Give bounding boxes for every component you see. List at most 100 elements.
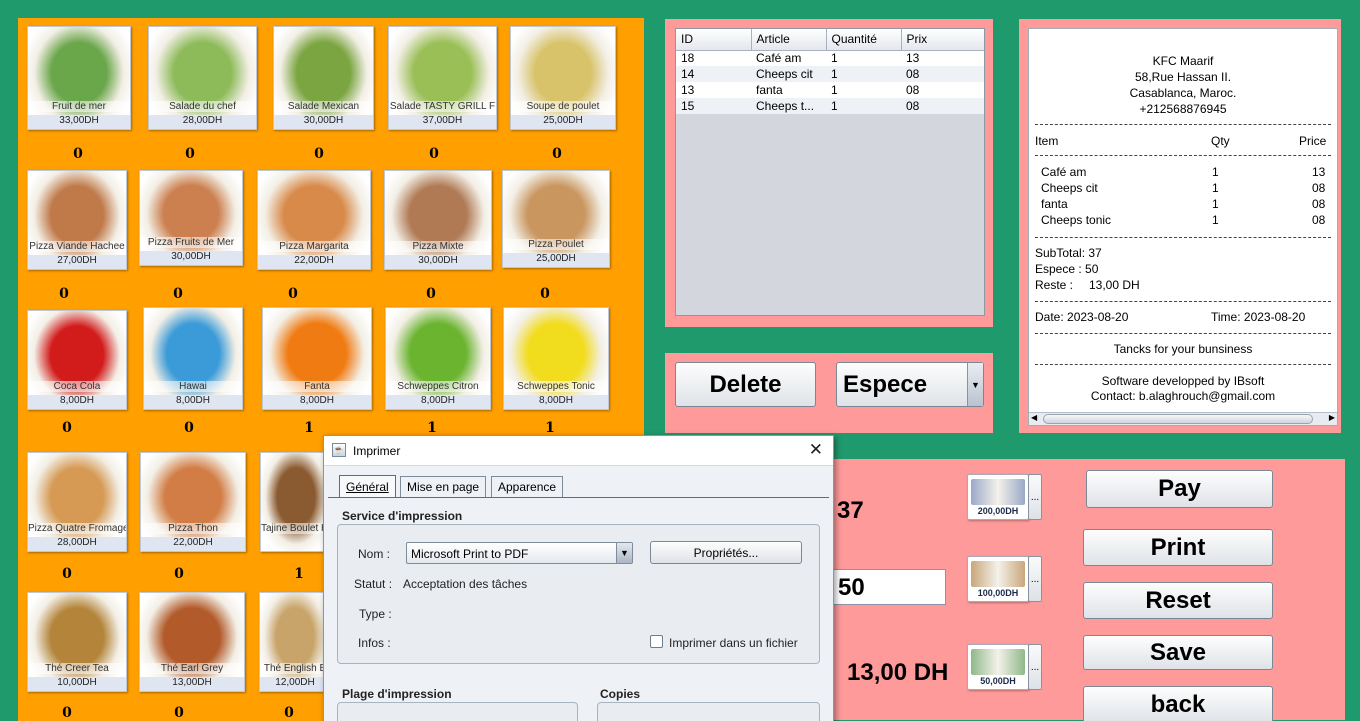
tab-general-label: Général xyxy=(346,479,389,494)
menu-item-image xyxy=(274,27,373,129)
menu-item-image xyxy=(261,453,331,551)
table-row[interactable]: 15 Cheeps t... 1 08 xyxy=(676,98,984,114)
menu-item[interactable]: Fanta 8,00DH xyxy=(262,307,372,410)
tab-mise-en-page-label: Mise en page xyxy=(407,480,480,494)
receipt-subtotal: SubTotal: 37 xyxy=(1035,246,1102,260)
table-cell: 08 xyxy=(906,83,920,97)
tab-apparence[interactable]: Apparence xyxy=(491,476,564,497)
menu-item-qty: 1 xyxy=(294,566,304,582)
menu-item[interactable]: Pizza Poulet 25,00DH xyxy=(502,170,610,268)
menu-item[interactable]: Thé Creer Tea 10,00DH xyxy=(27,592,127,692)
tab-general[interactable]: Général xyxy=(339,475,396,497)
table-row[interactable]: 18 Café am 1 13 xyxy=(676,50,984,66)
bill-button[interactable]: 200,00DH xyxy=(967,474,1029,520)
menu-item-price: 30,00DH xyxy=(140,251,242,265)
receipt-line-qty: 1 xyxy=(1212,181,1219,195)
order-table[interactable]: ID Article Quantité Prix 18 Café am 1 13 14 C… xyxy=(676,29,984,114)
menu-item-label: Thé Creer Tea xyxy=(28,663,126,674)
menu-item[interactable]: Soupe de poulet 25,00DH xyxy=(510,26,616,130)
menu-item[interactable]: Pizza Thon 22,00DH xyxy=(140,452,246,552)
bill-more-button[interactable]: ... xyxy=(1028,644,1042,690)
bill-more-button[interactable]: ... xyxy=(1028,474,1042,520)
menu-item-price: 28,00DH xyxy=(28,537,126,551)
range-group xyxy=(337,702,578,721)
menu-item[interactable]: Pizza Mixte 30,00DH xyxy=(384,170,492,270)
table-row[interactable]: 14 Cheeps cit 1 08 xyxy=(676,66,984,82)
delete-button[interactable]: Delete xyxy=(675,362,816,407)
name-label: Nom : xyxy=(358,547,391,561)
menu-item-qty: 1 xyxy=(545,420,555,436)
menu-item[interactable]: Hawai 8,00DH xyxy=(143,307,243,410)
payment-method-select[interactable]: Espece ▼ xyxy=(836,362,984,407)
menu-item[interactable]: Tajine Boulet Hache xyxy=(260,452,332,552)
receipt-espece: Espece : 50 xyxy=(1035,262,1099,276)
chevron-down-icon[interactable]: ▼ xyxy=(967,363,983,406)
menu-item-label: Salade du chef xyxy=(149,101,256,112)
col-quantite[interactable]: Quantité xyxy=(826,29,902,51)
menu-item-qty: 0 xyxy=(552,146,562,162)
receipt-col-qty: Qty xyxy=(1211,134,1230,148)
menu-item-label: Fruit de mer xyxy=(28,101,130,112)
dialog-title-bar[interactable]: ☕ Imprimer ✕ xyxy=(324,436,833,466)
bill-button[interactable]: 100,00DH xyxy=(967,556,1029,602)
receipt-col-item: Item xyxy=(1035,134,1059,148)
menu-item-qty: 0 xyxy=(540,286,550,302)
close-icon[interactable]: ✕ xyxy=(809,440,823,460)
receipt-time: Time: 2023-08-20 xyxy=(1211,310,1306,324)
menu-item-qty: 0 xyxy=(288,286,298,302)
given-amount-input[interactable]: 50 xyxy=(831,569,946,605)
tab-apparence-label: Apparence xyxy=(498,480,557,494)
menu-item-qty: 0 xyxy=(426,286,436,302)
menu-item[interactable]: Schweppes Citron 8,00DH xyxy=(385,307,491,410)
col-prix[interactable]: Prix xyxy=(901,29,984,51)
back-button[interactable]: back xyxy=(1083,686,1273,721)
col-id[interactable]: ID xyxy=(676,29,752,51)
menu-item[interactable]: Salade Mexican 30,00DH xyxy=(273,26,374,130)
chevron-down-icon[interactable]: ▼ xyxy=(616,543,632,563)
save-button[interactable]: Save xyxy=(1083,635,1273,670)
printer-select[interactable]: Microsoft Print to PDF ▼ xyxy=(406,542,633,564)
print-to-file-checkbox[interactable] xyxy=(650,635,663,648)
divider xyxy=(1035,364,1331,365)
type-label: Type : xyxy=(359,607,392,621)
menu-item[interactable]: Schweppes Tonic 8,00DH xyxy=(503,307,609,410)
receipt-thanks: Tancks for your bunsiness xyxy=(1113,342,1253,356)
horizontal-scrollbar[interactable]: ◀ ▶ xyxy=(1029,412,1337,425)
menu-item[interactable]: Salade du chef 28,00DH xyxy=(148,26,257,130)
menu-item[interactable]: Salade TASTY GRILL F 37,00DH xyxy=(388,26,497,130)
menu-item-price: 37,00DH xyxy=(389,115,496,129)
receipt-panel: KFC Maarif 58,Rue Hassan II. Casablanca,… xyxy=(1012,12,1348,440)
table-cell: Cheeps t... xyxy=(756,99,815,113)
properties-button[interactable]: Propriétés... xyxy=(650,541,802,564)
scroll-right-icon[interactable]: ▶ xyxy=(1329,413,1335,422)
menu-item-label: Pizza Fruits de Mer xyxy=(140,237,242,248)
receipt-line-price: 08 xyxy=(1312,197,1326,211)
bill-button[interactable]: 50,00DH xyxy=(967,644,1029,690)
scroll-thumb[interactable] xyxy=(1043,414,1313,424)
reset-button[interactable]: Reset xyxy=(1083,582,1273,619)
pay-button[interactable]: Pay xyxy=(1086,470,1273,508)
menu-item-price: 8,00DH xyxy=(386,395,490,409)
menu-item[interactable]: Pizza Margarita 22,00DH xyxy=(257,170,371,270)
scroll-left-icon[interactable]: ◀ xyxy=(1031,413,1037,422)
menu-item-price: 10,00DH xyxy=(28,677,126,691)
table-row[interactable]: 13 fanta 1 08 xyxy=(676,82,984,98)
menu-item-qty: 1 xyxy=(304,420,314,436)
tab-mise-en-page[interactable]: Mise en page xyxy=(400,476,487,497)
col-article[interactable]: Article xyxy=(751,29,827,51)
menu-item-price: 8,00DH xyxy=(28,395,126,409)
receipt-line-price: 08 xyxy=(1312,181,1326,195)
menu-item[interactable]: Thé English B 12,00DH xyxy=(259,592,331,692)
bill-more-button[interactable]: ... xyxy=(1028,556,1042,602)
menu-item[interactable]: Fruit de mer 33,00DH xyxy=(27,26,131,130)
menu-item-label: Pizza Quatre Fromage xyxy=(28,523,126,534)
menu-item[interactable]: Pizza Viande Hachee 27,00DH xyxy=(27,170,127,270)
menu-item[interactable]: Coca Cola 8,00DH xyxy=(27,310,127,410)
menu-item[interactable]: Pizza Fruits de Mer 30,00DH xyxy=(139,170,243,266)
menu-item-label: Pizza Viande Hachee xyxy=(28,241,126,252)
print-to-file-label[interactable]: Imprimer dans un fichier xyxy=(669,636,798,650)
print-button[interactable]: Print xyxy=(1083,529,1273,566)
menu-item[interactable]: Thé Earl Grey 13,00DH xyxy=(139,592,245,692)
menu-item-price: 8,00DH xyxy=(263,395,371,409)
menu-item[interactable]: Pizza Quatre Fromage 28,00DH xyxy=(27,452,127,552)
